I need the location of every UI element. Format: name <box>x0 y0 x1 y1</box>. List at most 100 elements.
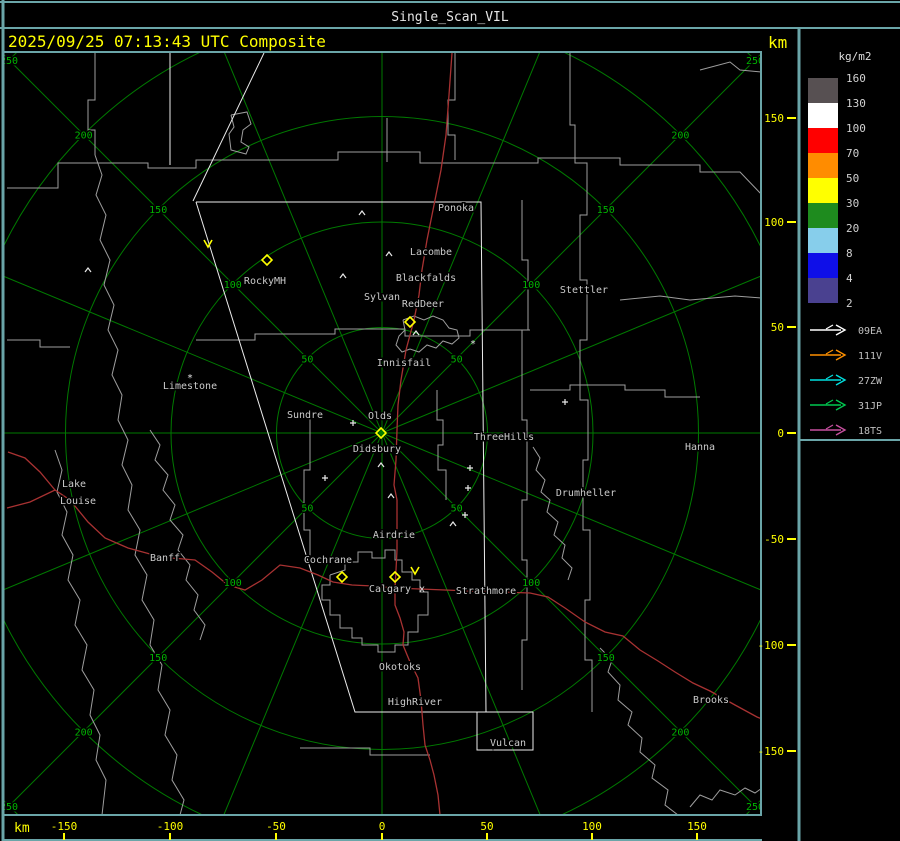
city-label: Louise <box>60 496 96 507</box>
county-boundary <box>521 200 529 690</box>
city-label: Calgary <box>369 584 411 595</box>
legend-scale-value: 100 <box>846 122 866 135</box>
county-boundary <box>94 154 185 815</box>
city-label: Banff <box>150 553 180 564</box>
city-label: Vulcan <box>490 738 526 749</box>
ring-distance-label: 50 <box>301 354 313 365</box>
ring-distance-label: 150 <box>597 653 615 664</box>
town-caret-marker <box>339 273 347 279</box>
bottom-axis-tick-label: 150 <box>687 820 707 833</box>
legend-scale-value: 2 <box>846 297 853 310</box>
county-boundary <box>530 384 700 398</box>
town-caret-marker <box>385 251 393 257</box>
highway-line <box>7 451 56 491</box>
legend-panel: 160 130 100 70 50 30 20 8 4 2 09EA 111V 27ZW 31JP 18TS <box>808 72 883 437</box>
ring-distance-label: 100 <box>224 280 242 291</box>
right-axis: 150 100 50 0 -50 -100 -150 <box>758 112 796 758</box>
radial-line <box>4 432 383 591</box>
legend-swatch <box>808 103 838 128</box>
legend-swatch <box>808 128 838 153</box>
city-label: Sylvan <box>364 292 400 303</box>
city-label: Hanna <box>685 442 715 453</box>
town-caret-marker <box>84 267 92 273</box>
ring-distance-label: 200 <box>671 727 689 738</box>
county-boundary <box>532 446 573 581</box>
city-label: Ponoka <box>438 203 474 214</box>
site-arrow-hook <box>825 399 834 405</box>
right-axis-tick-label: 150 <box>764 112 784 125</box>
window-title: Single_Scan_VIL <box>391 10 509 25</box>
city-label: Innisfail <box>377 358 431 369</box>
city-label: Strathmore <box>456 586 516 597</box>
city-label: Blackfalds <box>396 273 456 284</box>
bottom-axis-tick-label: 100 <box>582 820 602 833</box>
right-axis-tick-label: -100 <box>758 639 785 652</box>
ring-distance-label: 50 <box>451 354 463 365</box>
ring-distance-label: 100 <box>224 578 242 589</box>
ring-distance-label: 100 <box>522 578 540 589</box>
radial-line <box>381 54 760 434</box>
bottom-axis: -150 -100 -50 0 50 100 150 <box>51 820 707 840</box>
legend-scale-value: 160 <box>846 72 866 85</box>
site-id-label: 31JP <box>858 401 882 412</box>
legend-swatch <box>808 228 838 253</box>
town-caret-marker <box>358 210 366 216</box>
radar-site-diamond <box>335 570 349 584</box>
legend-scale-value: 8 <box>846 247 853 260</box>
right-axis-tick-label: 100 <box>764 216 784 229</box>
x-marker: x <box>419 584 425 595</box>
ring-distance-label: 100 <box>522 280 540 291</box>
legend-swatch <box>808 278 838 303</box>
legend-scale-value: 70 <box>846 147 859 160</box>
legend-scale-value: 30 <box>846 197 859 210</box>
city-label: HighRiver <box>388 697 442 708</box>
city-label: RockyMH <box>244 276 286 287</box>
town-caret-marker <box>377 462 385 468</box>
town-caret-marker <box>449 521 457 527</box>
frame-lines <box>0 0 900 841</box>
scan-sector-outline <box>192 53 265 202</box>
bottom-axis-tick-label: -100 <box>157 820 184 833</box>
city-label: Cochrane <box>304 555 352 566</box>
site-arrow-hook <box>825 324 834 330</box>
legend-swatch <box>808 253 838 278</box>
ring-distance-label: 50 <box>301 504 313 515</box>
town-plus-marker <box>350 420 356 426</box>
radial-line <box>381 432 760 591</box>
ring-distance-label: 200 <box>75 727 93 738</box>
city-label: Okotoks <box>379 662 421 673</box>
highway-line <box>6 489 760 719</box>
asterisk-marker: * <box>470 339 476 350</box>
town-plus-marker <box>322 475 328 481</box>
right-axis-tick-label: 50 <box>771 321 784 334</box>
legend-unit-label: kg/m2 <box>838 50 871 63</box>
radar-viewport[interactable]: 50 5050 50100 100100 100150 150150 150200 20020… <box>0 0 900 841</box>
site-id-label: 111V <box>858 351 882 362</box>
map-layer[interactable]: 50 5050 50100 100100 100150 150150 150200 20020… <box>0 0 900 841</box>
city-label: Stettler <box>560 285 608 296</box>
county-boundary <box>7 151 760 194</box>
right-axis-tick-label: -150 <box>758 745 785 758</box>
legend-scale-value: 4 <box>846 272 853 285</box>
city-label: Sundre <box>287 410 323 421</box>
city-label: Brooks <box>693 695 729 706</box>
town-caret-marker <box>387 493 395 499</box>
county-boundary <box>7 339 70 348</box>
legend-scale-value: 130 <box>846 97 866 110</box>
legend-swatch <box>808 203 838 228</box>
right-axis-unit: km <box>768 33 787 52</box>
ring-distance-label: 200 <box>75 131 93 142</box>
county-boundary <box>436 390 447 500</box>
ring-distance-label: 50 <box>451 504 463 515</box>
ring-distance-label: 150 <box>149 653 167 664</box>
county-boundary <box>303 415 311 560</box>
city-label: ThreeHills <box>474 432 534 443</box>
legend-scale-value: 20 <box>846 222 859 235</box>
ring-distance-label: 150 <box>597 205 615 216</box>
timestamp-label: 2025/09/25 07:13:43 UTC Composite <box>8 32 326 51</box>
legend-swatch <box>808 153 838 178</box>
town-plus-marker <box>462 512 468 518</box>
city-label: Airdrie <box>373 530 415 541</box>
right-axis-tick-label: 0 <box>777 427 784 440</box>
ring-distance-label: 200 <box>671 131 689 142</box>
